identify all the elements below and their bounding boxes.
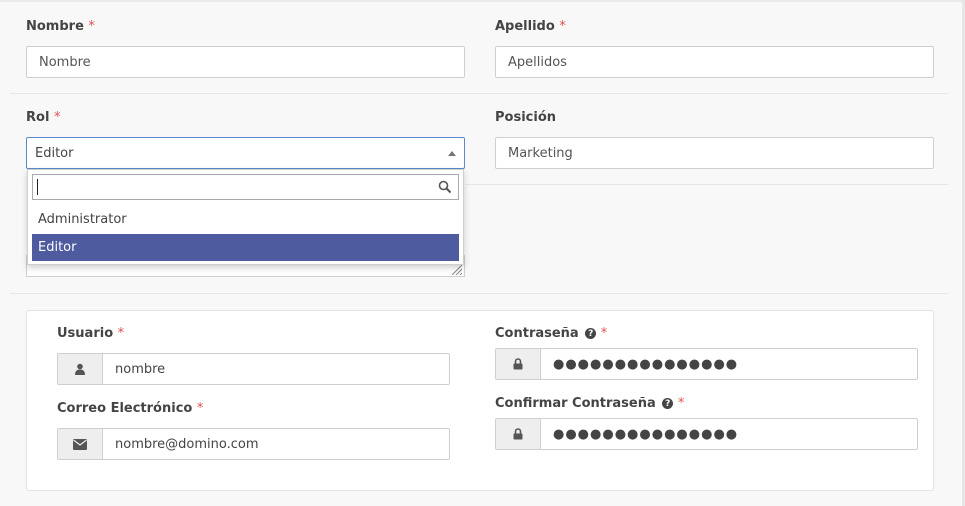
- user-icon: [75, 363, 85, 375]
- row-divider: [10, 93, 948, 94]
- resize-handle-icon[interactable]: [450, 265, 462, 275]
- rol-option-administrator[interactable]: Administrator: [32, 206, 459, 233]
- posicion-input[interactable]: Marketing: [495, 137, 934, 169]
- correo-label-text: Correo Electrónico: [57, 401, 193, 416]
- apellido-placeholder: Apellidos: [508, 54, 567, 70]
- help-icon[interactable]: ?: [585, 328, 597, 339]
- row-divider: [465, 184, 948, 185]
- usuario-label-text: Usuario: [57, 326, 114, 341]
- required-mark: *: [600, 326, 608, 341]
- confirmar-input[interactable]: ●●●●●●●●●●●●●●●: [541, 419, 917, 449]
- caret-up-icon[interactable]: [448, 150, 456, 156]
- rol-select[interactable]: Editor: [26, 137, 465, 169]
- option-label: Editor: [38, 240, 77, 255]
- apellido-label: Apellido *: [495, 19, 566, 34]
- nombre-placeholder: Nombre: [39, 54, 91, 70]
- nombre-label: Nombre *: [26, 19, 95, 34]
- help-icon[interactable]: ?: [662, 398, 674, 409]
- text-cursor: [37, 179, 38, 195]
- top-divider: [0, 0, 965, 2]
- correo-placeholder: nombre@domino.com: [115, 436, 259, 452]
- contrasena-label: Contraseña ? *: [495, 326, 607, 341]
- search-icon: [438, 180, 452, 194]
- posicion-label-text: Posición: [495, 110, 557, 125]
- lock-icon: [513, 428, 523, 440]
- correo-input-group: nombre@domino.com: [57, 428, 450, 460]
- lock-icon: [513, 358, 523, 370]
- password-dots: ●●●●●●●●●●●●●●●: [553, 426, 739, 442]
- section-divider: [10, 293, 948, 294]
- usuario-input[interactable]: nombre: [103, 354, 449, 384]
- envelope-icon-addon: [58, 429, 103, 459]
- required-mark: *: [88, 19, 95, 34]
- envelope-icon: [73, 438, 87, 450]
- usuario-input-group: nombre: [57, 353, 450, 385]
- lock-icon-addon: [496, 349, 541, 379]
- required-mark: *: [677, 396, 685, 411]
- correo-input[interactable]: nombre@domino.com: [103, 429, 449, 459]
- required-mark: *: [117, 326, 125, 341]
- confirmar-input-group: ●●●●●●●●●●●●●●●: [495, 418, 918, 450]
- rol-dropdown-search[interactable]: [32, 174, 459, 200]
- contrasena-input-group: ●●●●●●●●●●●●●●●: [495, 348, 918, 380]
- rol-selected-value: Editor: [35, 145, 74, 161]
- correo-label: Correo Electrónico *: [57, 401, 203, 416]
- usuario-label: Usuario *: [57, 326, 124, 341]
- apellido-input[interactable]: Apellidos: [495, 46, 934, 78]
- required-mark: *: [196, 401, 204, 416]
- contrasena-label-text: Contraseña: [495, 326, 579, 341]
- confirmar-label-text: Confirmar Contraseña: [495, 396, 656, 411]
- posicion-label: Posición: [495, 110, 556, 125]
- user-icon-addon: [58, 354, 103, 384]
- option-label: Administrator: [38, 212, 127, 227]
- confirmar-label: Confirmar Contraseña ? *: [495, 396, 684, 411]
- nombre-input[interactable]: Nombre: [26, 46, 465, 78]
- rol-label: Rol *: [26, 110, 60, 125]
- required-mark: *: [53, 110, 61, 125]
- nombre-label-text: Nombre: [26, 19, 84, 34]
- rol-label-text: Rol: [26, 110, 50, 125]
- rol-dropdown: Administrator Editor: [27, 169, 464, 265]
- lock-icon-addon: [496, 419, 541, 449]
- rol-option-editor[interactable]: Editor: [32, 234, 459, 261]
- posicion-value: Marketing: [508, 145, 573, 161]
- contrasena-input[interactable]: ●●●●●●●●●●●●●●●: [541, 349, 917, 379]
- password-dots: ●●●●●●●●●●●●●●●: [553, 356, 739, 372]
- usuario-placeholder: nombre: [115, 361, 166, 377]
- required-mark: *: [559, 19, 566, 34]
- apellido-label-text: Apellido: [495, 19, 555, 34]
